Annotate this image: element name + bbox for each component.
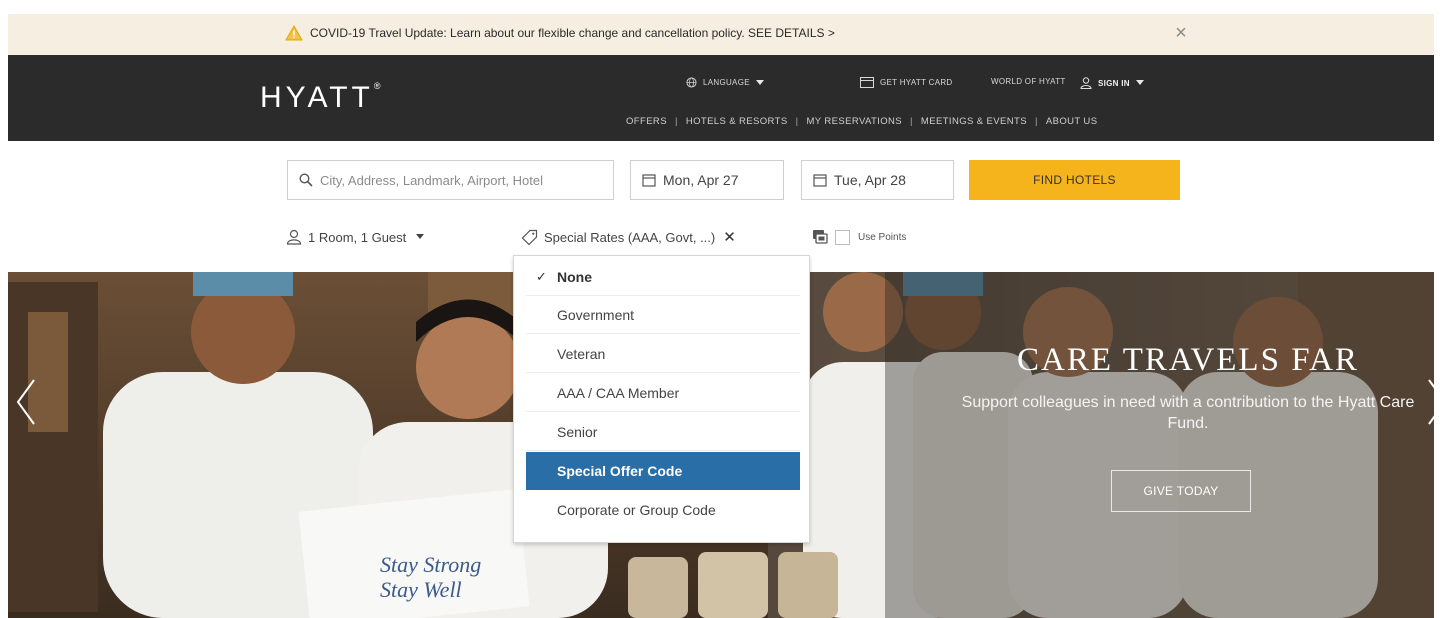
caret-down-icon	[416, 234, 425, 239]
rate-option-aaa-caa[interactable]: AAA / CAA Member	[526, 374, 800, 412]
get-hyatt-card-label: GET HYATT CARD	[880, 78, 953, 87]
logo-text: HYATT	[260, 81, 374, 114]
warning-icon	[285, 24, 303, 41]
use-points-label: Use Points	[858, 231, 907, 243]
prev-arrow-icon[interactable]	[12, 372, 42, 432]
special-rates-dropdown: ✓ None Government Veteran AAA / CAA Memb…	[513, 255, 810, 543]
rate-option-label: Veteran	[557, 345, 606, 362]
checkin-date: Mon, Apr 27	[663, 172, 739, 188]
hero-title: CARE TRAVELS FAR	[1017, 342, 1359, 378]
calendar-icon	[642, 174, 656, 187]
find-hotels-button[interactable]: FIND HOTELS	[969, 160, 1180, 200]
rate-option-label: None	[557, 268, 592, 285]
rate-option-special-offer-code[interactable]: Special Offer Code	[526, 452, 800, 490]
points-icon	[813, 230, 828, 244]
close-icon[interactable]: ×	[1172, 22, 1190, 44]
checkin-date-field[interactable]: Mon, Apr 27	[630, 160, 784, 200]
main-nav: OFFERS | HOTELS & RESORTS | MY RESERVATI…	[626, 116, 1097, 127]
check-icon: ✓	[536, 268, 547, 284]
site-header: HYATT® LANGUAGE GET HYATT CARD WORLD OF …	[8, 55, 1434, 141]
svg-text:Stay Strong: Stay Strong	[380, 552, 481, 577]
nav-hotels-resorts[interactable]: HOTELS & RESORTS	[686, 116, 788, 127]
rate-option-label: Senior	[557, 423, 598, 440]
rate-option-none[interactable]: ✓ None	[526, 258, 800, 296]
nav-offers[interactable]: OFFERS	[626, 116, 667, 127]
checkout-date: Tue, Apr 28	[834, 172, 906, 188]
special-rates-selector[interactable]: Special Rates (AAA, Govt, ...) ✕	[521, 224, 736, 250]
rate-option-label: AAA / CAA Member	[557, 384, 680, 401]
rooms-guests-selector[interactable]: 1 Room, 1 Guest	[286, 224, 430, 250]
nav-meetings-events[interactable]: MEETINGS & EVENTS	[921, 116, 1027, 127]
world-of-hyatt-link[interactable]: WORLD OF HYATT	[991, 77, 1066, 86]
calendar-icon	[813, 174, 827, 187]
rate-option-senior[interactable]: Senior	[526, 413, 800, 451]
rate-option-label: Government	[557, 306, 635, 323]
rate-option-label: Corporate or Group Code	[557, 502, 716, 518]
svg-text:Stay Well: Stay Well	[380, 577, 462, 602]
nav-my-reservations[interactable]: MY RESERVATIONS	[806, 116, 902, 127]
special-rates-label: Special Rates (AAA, Govt, ...)	[544, 229, 716, 245]
rooms-guests-label: 1 Room, 1 Guest	[308, 229, 407, 245]
language-label: LANGUAGE	[703, 78, 750, 87]
user-icon	[1080, 77, 1092, 89]
alert-text[interactable]: COVID-19 Travel Update: Learn about our …	[310, 26, 835, 40]
caret-down-icon	[755, 79, 764, 85]
nav-about-us[interactable]: ABOUT US	[1046, 116, 1098, 127]
registered-mark: ®	[373, 81, 381, 91]
search-icon	[299, 173, 313, 187]
sign-in-label: SIGN IN	[1098, 78, 1130, 88]
language-selector[interactable]: LANGUAGE	[686, 77, 764, 88]
give-today-button[interactable]: GIVE TODAY	[1111, 470, 1251, 512]
nav-separator: |	[674, 116, 678, 127]
nav-separator: |	[795, 116, 799, 127]
world-of-hyatt-label: WORLD OF HYATT	[991, 77, 1066, 86]
get-hyatt-card-link[interactable]: GET HYATT CARD	[860, 77, 953, 88]
globe-icon	[686, 77, 697, 88]
rate-option-veteran[interactable]: Veteran	[526, 335, 800, 373]
nav-separator: |	[910, 116, 913, 127]
use-points-checkbox[interactable]	[835, 229, 850, 245]
hyatt-logo[interactable]: HYATT®	[260, 81, 381, 115]
credit-card-icon	[860, 77, 874, 88]
user-icon	[286, 229, 302, 245]
caret-down-icon	[1135, 80, 1144, 85]
tag-icon	[521, 229, 538, 245]
nav-separator: |	[1034, 116, 1038, 127]
covid-alert-banner: COVID-19 Travel Update: Learn about our …	[8, 14, 1434, 55]
checkout-date-field[interactable]: Tue, Apr 28	[801, 160, 954, 200]
hero-subtitle: Support colleagues in need with a contri…	[961, 394, 1415, 432]
search-input[interactable]	[320, 172, 610, 188]
clear-icon[interactable]: ✕	[723, 228, 736, 246]
rate-option-government[interactable]: Government	[526, 296, 800, 334]
destination-field[interactable]	[287, 160, 614, 200]
rate-option-corporate-group[interactable]: Corporate or Group Code	[526, 491, 800, 529]
sign-in-button[interactable]: SIGN IN	[1080, 77, 1144, 89]
rate-option-label: Special Offer Code	[557, 463, 683, 479]
use-points-toggle[interactable]: Use Points	[812, 224, 906, 250]
hero-overlay	[885, 272, 1434, 618]
